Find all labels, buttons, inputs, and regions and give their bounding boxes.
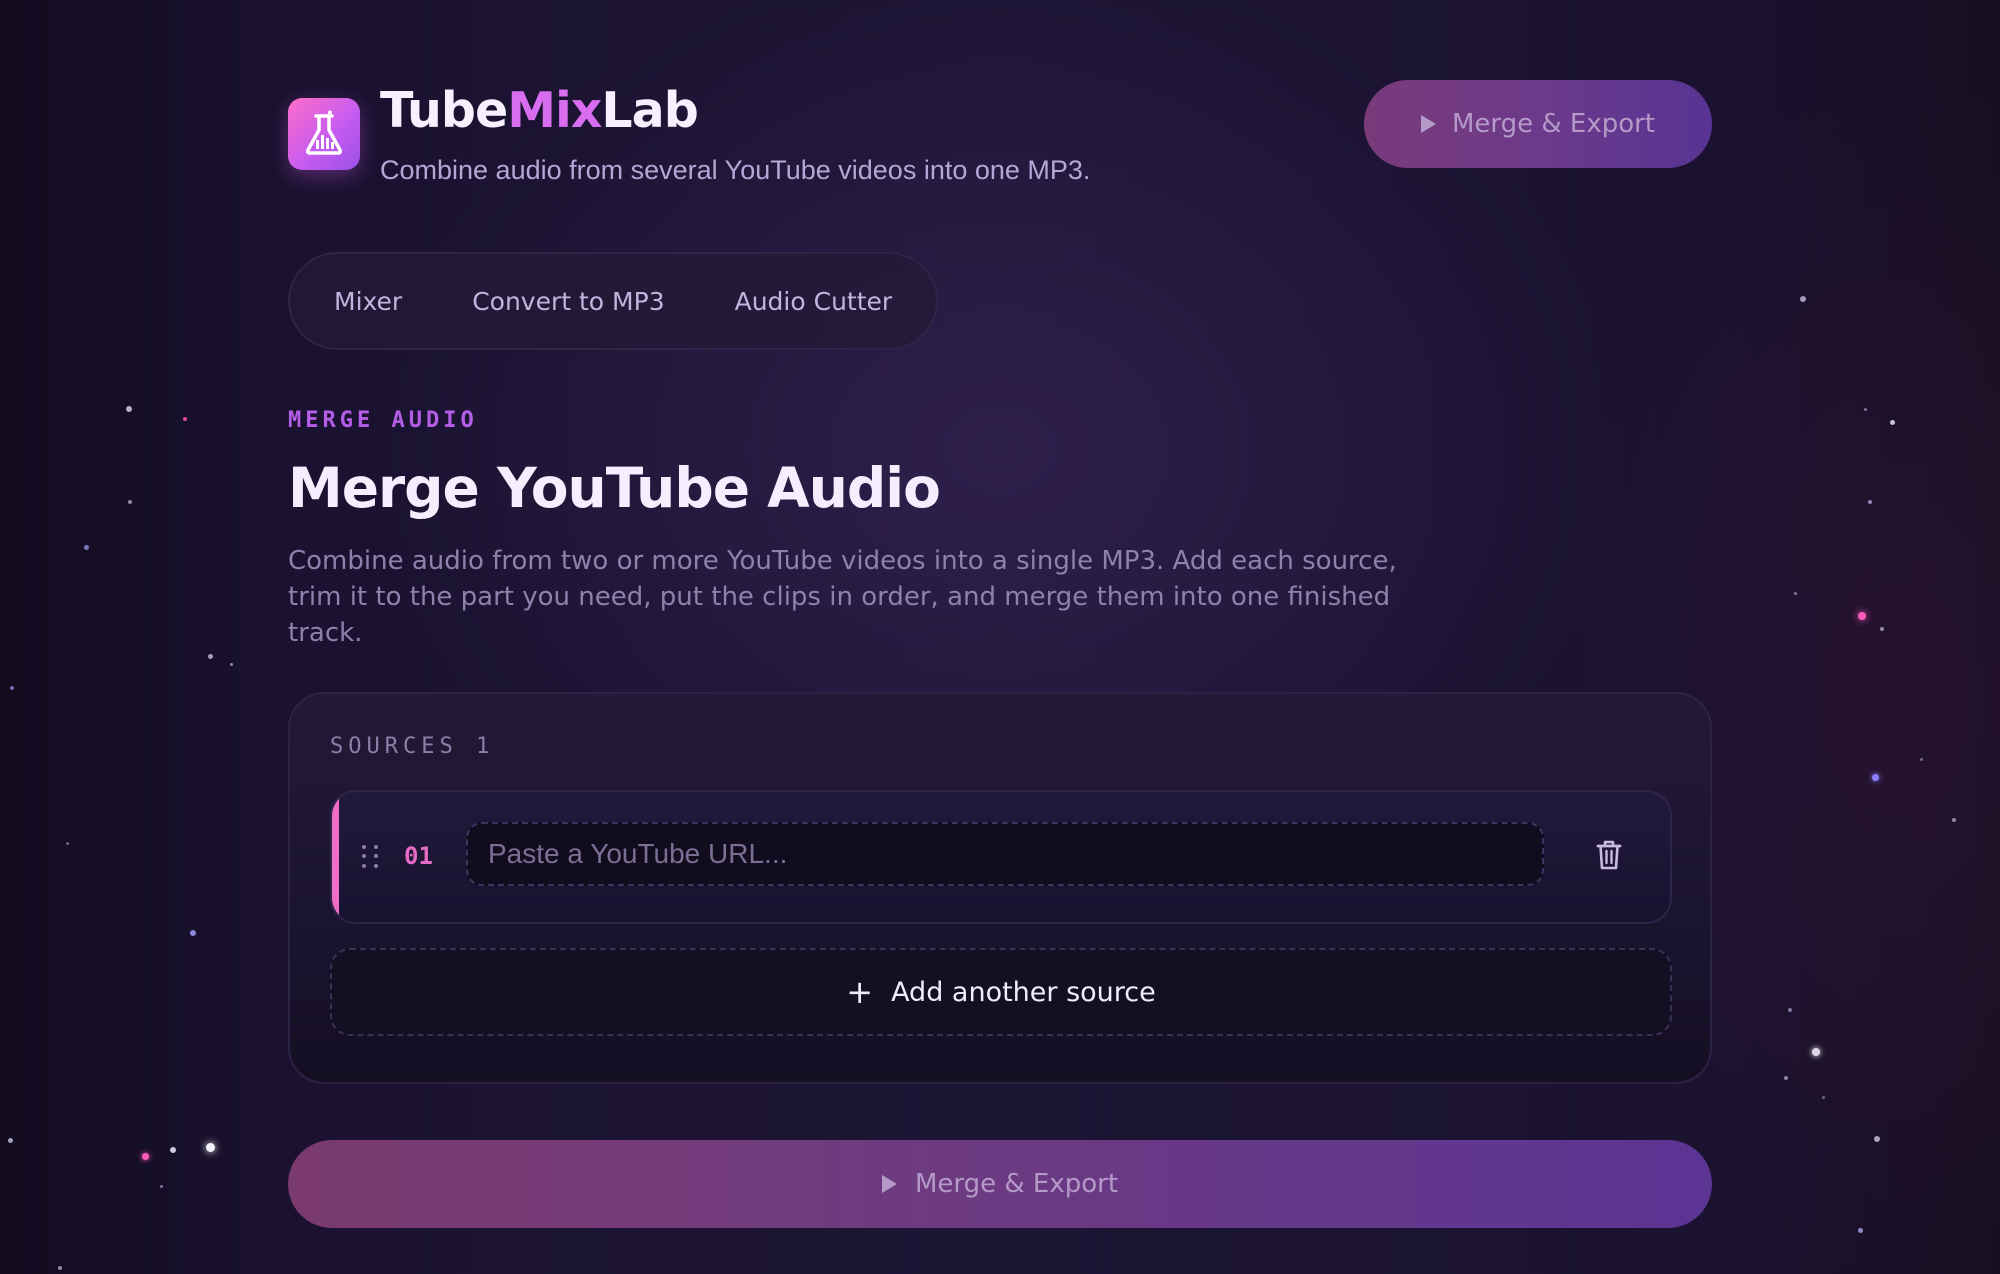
- page-title: Merge YouTube Audio: [288, 456, 941, 520]
- source-accent-bar: [332, 792, 339, 922]
- tab-mixer[interactable]: Mixer: [334, 287, 402, 316]
- drag-handle-icon[interactable]: [362, 845, 380, 869]
- sources-panel: SOURCES 1 01 + Add another source: [288, 692, 1712, 1084]
- merge-export-label: Merge & Export: [1451, 109, 1656, 139]
- merge-export-button-top[interactable]: Merge & Export: [1364, 80, 1712, 168]
- main-page: TubeMixLab Combine audio from several Yo…: [288, 0, 1712, 1274]
- source-number: 01: [404, 842, 433, 870]
- merge-export-button-bottom[interactable]: Merge & Export: [288, 1140, 1712, 1228]
- trash-icon[interactable]: [1594, 838, 1624, 872]
- play-icon: [1420, 115, 1436, 133]
- tab-convert-to-mp3[interactable]: Convert to MP3: [472, 287, 664, 316]
- add-source-label: Add another source: [891, 976, 1156, 1008]
- page-description: Combine audio from two or more YouTube v…: [288, 546, 1397, 648]
- source-row: 01: [330, 790, 1672, 924]
- section-eyebrow: MERGE AUDIO: [288, 408, 478, 433]
- tool-tabs: Mixer Convert to MP3 Audio Cutter: [288, 252, 938, 350]
- app-tagline: Combine audio from several YouTube video…: [380, 155, 1091, 185]
- tab-audio-cutter[interactable]: Audio Cutter: [735, 287, 893, 316]
- logo-icon: [306, 110, 342, 155]
- youtube-url-input[interactable]: [466, 822, 1544, 886]
- app-name: TubeMixLab: [380, 82, 699, 139]
- sources-count-label: SOURCES 1: [330, 734, 495, 759]
- app-logo: [288, 98, 360, 170]
- plus-icon: +: [846, 973, 874, 1011]
- merge-export-label: Merge & Export: [914, 1169, 1119, 1199]
- play-icon: [881, 1175, 897, 1193]
- add-source-button[interactable]: + Add another source: [330, 948, 1672, 1036]
